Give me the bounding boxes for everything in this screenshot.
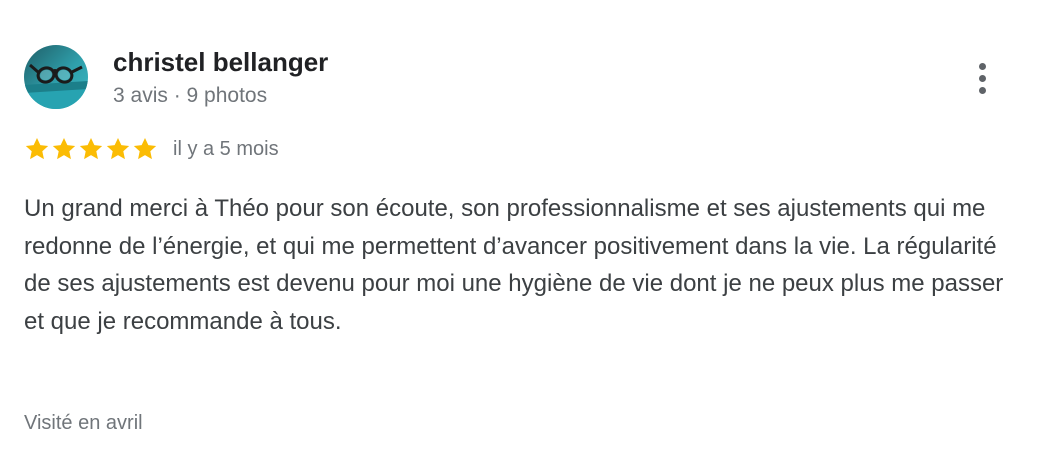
review-text: Un grand merci à Théo pour son écoute, s… (24, 195, 1004, 335)
more-options-button[interactable] (962, 56, 1002, 100)
more-vertical-icon-dot (978, 74, 986, 82)
star-icon (52, 137, 76, 160)
reviewer-avatar[interactable] (24, 45, 88, 109)
reviewer-meta[interactable]: 3 avis · 9 photos (113, 82, 267, 110)
rating-row: il y a 5 mois (24, 132, 279, 166)
star-icon (106, 137, 130, 160)
review-card: christel bellanger 3 avis · 9 photos il … (0, 0, 1038, 462)
more-vertical-icon-dot (978, 86, 986, 94)
review-date: il y a 5 mois (173, 137, 279, 160)
star-rating (24, 136, 158, 162)
more-vertical-icon (978, 62, 986, 70)
star-icon (79, 137, 103, 160)
star-icon (133, 137, 157, 160)
star-icon (25, 137, 49, 160)
avatar-image (24, 45, 88, 109)
visit-info: Visité en avril (24, 412, 143, 434)
reviewer-name[interactable]: christel bellanger (113, 46, 328, 78)
